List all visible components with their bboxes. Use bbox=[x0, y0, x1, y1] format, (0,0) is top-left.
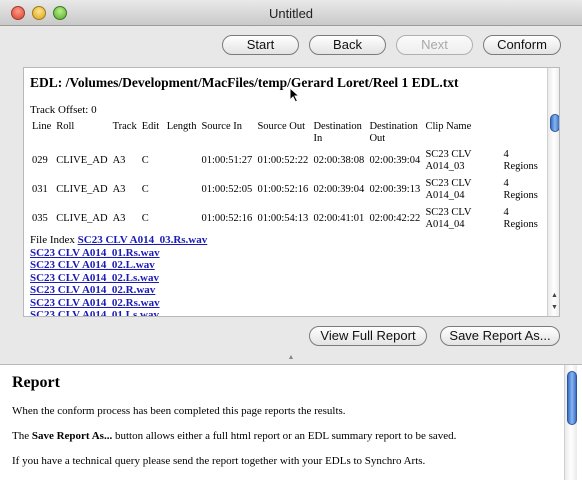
edl-scroll-thumb[interactable] bbox=[550, 114, 559, 132]
help-paragraph: When the conform process has been comple… bbox=[12, 405, 346, 417]
cell-destination-out: 02:00:39:04 bbox=[369, 155, 421, 166]
column-header-line: Line bbox=[32, 121, 52, 132]
cell-edit: C bbox=[141, 184, 149, 195]
mouse-pointer-icon bbox=[289, 87, 301, 103]
cell-destination-out: 02:00:39:13 bbox=[369, 184, 421, 195]
cell-track: A3 bbox=[112, 213, 126, 224]
column-header-destination-in: Destination In bbox=[313, 121, 362, 144]
cell-clip-name: SC23 CLV A014_04 bbox=[425, 178, 472, 201]
file-link[interactable]: SC23 CLV A014_01.Rs.wav bbox=[30, 247, 542, 260]
file-link[interactable]: SC23 CLV A014_02.L.wav bbox=[30, 259, 542, 272]
cell-regions: 4 Regions bbox=[503, 178, 538, 201]
table-row: 035 CLIVE_AD A3 C 01:00:52:16 01:00:54:1… bbox=[30, 205, 542, 234]
file-link[interactable]: SC23 CLV A014_02.R.wav bbox=[30, 284, 542, 297]
cell-track: A3 bbox=[112, 155, 126, 166]
column-header-roll: Roll bbox=[56, 121, 75, 132]
column-header-clip-name: Clip Name bbox=[425, 121, 472, 132]
cell-edit: C bbox=[141, 213, 149, 224]
scroll-up-arrow-icon[interactable]: ▲ bbox=[548, 290, 559, 302]
cell-regions: 4 Regions bbox=[503, 149, 538, 172]
edl-report-content: EDL: /Volumes/Development/MacFiles/temp/… bbox=[30, 72, 542, 316]
column-header-source-in: Source In bbox=[201, 121, 242, 132]
cell-track: A3 bbox=[112, 184, 126, 195]
help-title: Report bbox=[12, 374, 60, 391]
cell-clip-name: SC23 CLV A014_04 bbox=[425, 207, 472, 230]
track-offset: Track Offset: 0 bbox=[30, 104, 97, 116]
edl-header-row: Line Roll Track Edit Length Source In So… bbox=[30, 119, 542, 147]
title-bar: Untitled bbox=[0, 0, 582, 26]
cell-roll: CLIVE_AD bbox=[56, 213, 108, 224]
help-paragraph: The Save Report As... button allows eith… bbox=[12, 430, 560, 442]
help-vertical-scrollbar[interactable] bbox=[564, 365, 577, 480]
wizard-toolbar: Start Back Next Conform bbox=[0, 26, 582, 64]
file-link[interactable]: SC23 CLV A014_03.Rs.wav bbox=[78, 234, 208, 246]
cell-destination-in: 02:00:41:01 bbox=[313, 213, 365, 224]
file-link[interactable]: SC23 CLV A014_02.Rs.wav bbox=[30, 297, 542, 310]
help-text: button allows either a full html report … bbox=[112, 430, 457, 442]
edl-report-pane[interactable]: EDL: /Volumes/Development/MacFiles/temp/… bbox=[23, 67, 560, 317]
file-index: File Index SC23 CLV A014_03.Rs.wav bbox=[30, 234, 542, 247]
column-header-destination-out: Destination Out bbox=[369, 121, 418, 144]
edl-table: Line Roll Track Edit Length Source In So… bbox=[30, 119, 542, 234]
cell-source-in: 01:00:52:05 bbox=[201, 184, 253, 195]
cell-line: 029 bbox=[32, 155, 48, 166]
app-window: Untitled Start Back Next Conform EDL: /V… bbox=[0, 0, 582, 480]
help-pane[interactable]: Report When the conform process has been… bbox=[0, 364, 582, 480]
edl-title: EDL: /Volumes/Development/MacFiles/temp/… bbox=[30, 75, 459, 90]
help-paragraph: If you have a technical query please sen… bbox=[12, 455, 426, 467]
table-row: 031 CLIVE_AD A3 C 01:00:52:05 01:00:52:1… bbox=[30, 176, 542, 205]
cell-length bbox=[165, 205, 200, 234]
cell-destination-in: 02:00:39:04 bbox=[313, 184, 365, 195]
conform-button[interactable]: Conform bbox=[483, 35, 561, 55]
help-scroll-thumb[interactable] bbox=[567, 371, 577, 425]
help-text: The bbox=[12, 430, 32, 442]
table-row: 029 CLIVE_AD A3 C 01:00:51:27 01:00:52:2… bbox=[30, 147, 542, 176]
edl-vertical-scrollbar[interactable]: ▲ ▼ bbox=[547, 68, 559, 316]
file-link[interactable]: SC23 CLV A014_02.Ls.wav bbox=[30, 272, 542, 285]
view-full-report-button[interactable]: View Full Report bbox=[309, 326, 427, 346]
cell-regions: 4 Regions bbox=[503, 207, 538, 230]
back-button[interactable]: Back bbox=[309, 35, 386, 55]
scroll-down-arrow-icon[interactable]: ▼ bbox=[548, 302, 559, 314]
cell-destination-in: 02:00:38:08 bbox=[313, 155, 365, 166]
cell-clip-name: SC23 CLV A014_03 bbox=[425, 149, 472, 172]
start-button[interactable]: Start bbox=[222, 35, 299, 55]
cell-source-in: 01:00:51:27 bbox=[201, 155, 253, 166]
cell-destination-out: 02:00:42:22 bbox=[369, 213, 421, 224]
column-header-regions bbox=[501, 119, 542, 147]
cell-roll: CLIVE_AD bbox=[56, 184, 108, 195]
cell-edit: C bbox=[141, 155, 149, 166]
column-header-edit: Edit bbox=[141, 121, 160, 132]
cell-length bbox=[165, 176, 200, 205]
cell-roll: CLIVE_AD bbox=[56, 155, 108, 166]
window-title: Untitled bbox=[268, 6, 314, 21]
cell-length bbox=[165, 147, 200, 176]
cell-source-out: 01:00:52:16 bbox=[257, 184, 309, 195]
help-bold-text: Save Report As... bbox=[31, 430, 113, 442]
cell-source-in: 01:00:52:16 bbox=[201, 213, 253, 224]
next-button[interactable]: Next bbox=[396, 35, 473, 55]
cell-source-out: 01:00:52:22 bbox=[257, 155, 309, 166]
cell-line: 031 bbox=[32, 184, 48, 195]
file-link[interactable]: SC23 CLV A014_01.Ls.wav bbox=[30, 309, 542, 316]
column-header-source-out: Source Out bbox=[257, 121, 305, 132]
column-header-track: Track bbox=[112, 121, 137, 132]
help-content: Report When the conform process has been… bbox=[12, 374, 560, 467]
cell-line: 035 bbox=[32, 213, 48, 224]
split-handle-icon[interactable]: ▲ bbox=[287, 354, 295, 361]
cell-source-out: 01:00:54:13 bbox=[257, 213, 309, 224]
file-index-label: File Index bbox=[30, 234, 75, 246]
column-header-length: Length bbox=[166, 121, 197, 132]
save-report-as-button[interactable]: Save Report As... bbox=[440, 326, 560, 346]
